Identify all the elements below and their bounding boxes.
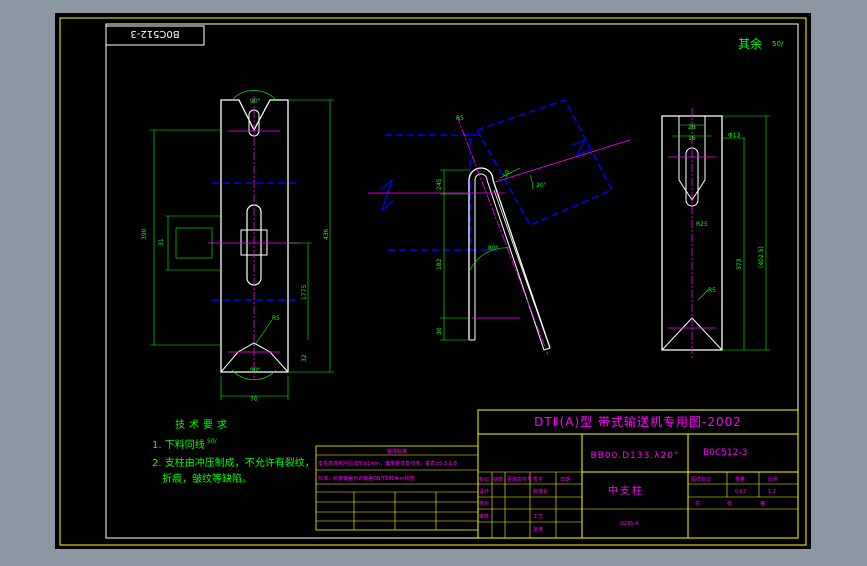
ratify-label: 批准 [533, 526, 543, 533]
dim-1775: 1775 [301, 285, 308, 300]
sheet-label: 共 [695, 500, 700, 507]
dim-402: (402.5) [758, 246, 765, 268]
dim-28: 28 [688, 124, 696, 131]
stamp-code: B0C512-3 [130, 28, 179, 39]
surface-note: 其余 [738, 36, 762, 51]
spec-code: BB00.D133.λ20° [591, 451, 680, 461]
cad-viewport[interactable]: B0C512-3 其余 50/ 90° 90° 70 390 31 436 17… [0, 0, 867, 562]
dim-373: 373 [736, 258, 743, 270]
weight-value: 0.67 [735, 489, 746, 495]
dim-70: 70 [250, 396, 258, 403]
drawing-no: B0C512-3 [703, 448, 747, 458]
sheet-of-label: 张 [727, 500, 732, 507]
dim-90-bottom: 90° [250, 367, 261, 374]
dim-phi: Φ13 [728, 132, 741, 139]
sheet-no-label: 第 [760, 500, 765, 507]
dim-30: 30 [436, 327, 443, 335]
dim-90-top: 90° [250, 98, 261, 105]
dim-390: 390 [141, 228, 148, 240]
dim-32: 32 [301, 354, 308, 362]
std-label: 标准化 [533, 488, 548, 495]
doc-label: 更改文件号 [507, 476, 532, 483]
scale-value: 1:2 [768, 489, 776, 495]
check-label: 校对 [479, 500, 489, 507]
dim-r5-side: R5 [456, 115, 464, 122]
material-label: Q235-A [620, 521, 639, 527]
mark-label: 标记 [479, 476, 489, 483]
tolerance-row-1: 支柱高度用冲压成形±1mm，偏离整体直线度，垂直±0.5:1.8 [318, 460, 457, 467]
date-label: 日期 [560, 477, 570, 483]
surface-symbol: 50/ [772, 40, 784, 48]
weight-label: 重量 [735, 476, 745, 483]
scale-label: 比例 [768, 476, 778, 483]
stage-label: 图样标记 [691, 476, 711, 483]
approve-label: 审核 [479, 513, 489, 520]
tech-req-2: 2. 支柱由冲压制成，不允许有裂纹， [152, 456, 315, 469]
tech-req-1-symbol: 50/ [207, 438, 218, 445]
dim-245: 245 [436, 178, 443, 190]
dim-31: 31 [158, 238, 165, 246]
craft-label: 工艺 [533, 514, 543, 520]
dim-r25: R25 [696, 221, 708, 228]
tech-req-3: 折痕，皱纹等缺陷。 [162, 472, 252, 485]
dim-20deg: 20° [536, 182, 547, 189]
part-name: 中支柱 [608, 484, 644, 497]
dim-436: 436 [323, 228, 330, 240]
tolerance-title: 轴测标准 [387, 448, 407, 455]
sign-label: 签字 [533, 476, 543, 483]
dim-r5-edge: R5 [708, 287, 716, 294]
tech-req-1: 1. 下料同线 [152, 438, 205, 451]
dim-r5: R5 [272, 315, 280, 322]
drawing-canvas[interactable]: B0C512-3 其余 50/ 90° 90° 70 390 31 436 17… [0, 0, 867, 562]
tolerance-row-2: 标准，长度偏差允许偏差GB/T1804-m线性 [318, 475, 414, 482]
count-label: 处数 [493, 476, 503, 483]
dim-182: 182 [436, 258, 443, 270]
dim-80deg: 80° [488, 245, 499, 252]
tech-title: 技术要求 [175, 418, 231, 431]
design-label: 设计 [479, 488, 489, 495]
dim-16: 16 [688, 135, 696, 142]
title-main: DTⅡ(A)型 带式输送机专用图-2002 [534, 414, 742, 429]
